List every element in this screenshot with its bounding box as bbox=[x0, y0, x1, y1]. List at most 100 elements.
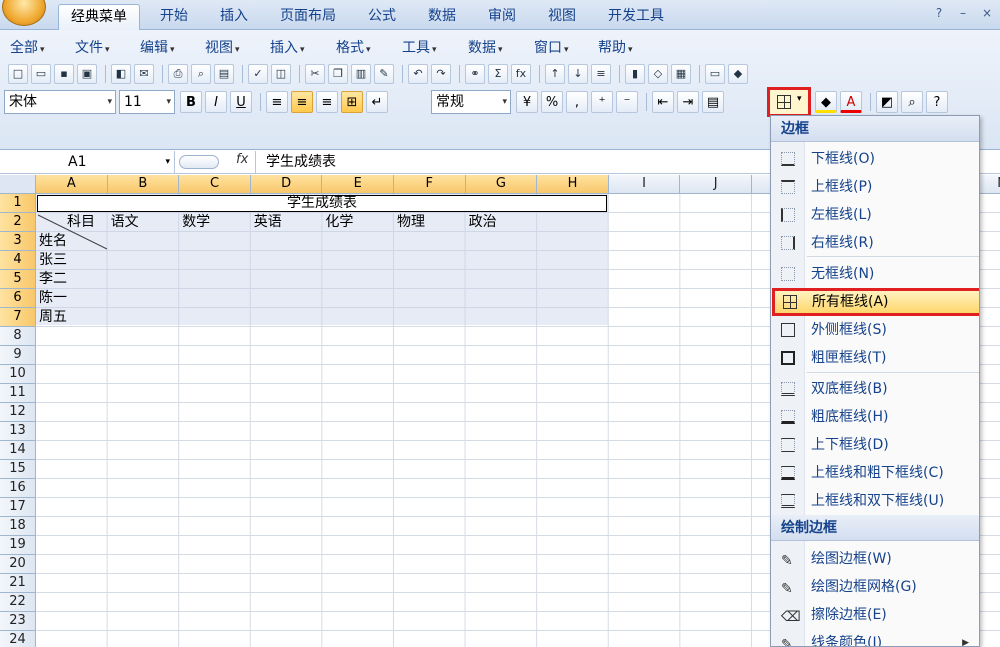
border-option[interactable]: 粗匣框线(T) bbox=[771, 345, 979, 371]
borders-button[interactable]: ▾ bbox=[767, 87, 811, 117]
row-header[interactable]: 3 bbox=[0, 232, 36, 251]
column-header[interactable]: D bbox=[250, 175, 323, 194]
paste-icon[interactable]: ▥ bbox=[351, 64, 371, 84]
insert-function-icon[interactable]: fx bbox=[511, 64, 531, 84]
office-button[interactable] bbox=[2, 0, 46, 26]
border-option[interactable]: 双底框线(B) bbox=[771, 376, 979, 402]
student-name-cell[interactable]: 周五 bbox=[36, 308, 67, 327]
tab-classic-menu[interactable]: 经典菜单 bbox=[58, 4, 140, 30]
print-preview-icon[interactable]: ⌕ bbox=[191, 64, 211, 84]
column-header[interactable]: I bbox=[608, 175, 681, 194]
row-header[interactable]: 8 bbox=[0, 327, 36, 346]
column-header[interactable]: F bbox=[394, 175, 466, 194]
border-option[interactable]: 上框线(P) bbox=[771, 174, 979, 200]
menu-view[interactable]: 视图 ▾ bbox=[205, 37, 240, 57]
fill-color-icon[interactable]: ◆ bbox=[815, 91, 837, 113]
wrap-text-icon[interactable]: ↵ bbox=[366, 91, 388, 113]
column-header[interactable]: J bbox=[680, 175, 752, 194]
insert-function-label[interactable]: fx bbox=[236, 152, 248, 167]
subject-cell[interactable]: 数学 bbox=[179, 213, 210, 232]
align-right-icon[interactable]: ≡ bbox=[316, 91, 338, 113]
header-corner-subject[interactable]: 科目 bbox=[64, 213, 95, 232]
border-option[interactable]: 外侧框线(S) bbox=[771, 317, 979, 343]
row-header[interactable]: 10 bbox=[0, 365, 36, 384]
row-header[interactable]: 4 bbox=[0, 251, 36, 270]
subject-cell[interactable]: 语文 bbox=[108, 213, 139, 232]
chart-icon[interactable]: ▮ bbox=[625, 64, 645, 84]
row-header[interactable]: 17 bbox=[0, 498, 36, 517]
border-option[interactable]: 上下框线(D) bbox=[771, 432, 979, 458]
row-header[interactable]: 15 bbox=[0, 460, 36, 479]
border-option[interactable]: 粗底框线(H) bbox=[771, 404, 979, 430]
tab-home[interactable]: 开始 bbox=[148, 4, 200, 30]
draw-border-option[interactable]: ⌫ 擦除边框(E) bbox=[771, 602, 979, 628]
row-header[interactable]: 1 bbox=[0, 194, 36, 213]
formula-resize-handle[interactable] bbox=[179, 155, 219, 169]
macro-icon[interactable]: ◆ bbox=[728, 64, 748, 84]
open-folder-icon[interactable]: ▭ bbox=[31, 64, 51, 84]
font-name-select[interactable]: 宋体 ▾ bbox=[4, 90, 116, 114]
border-option[interactable]: 下框线(O) bbox=[771, 146, 979, 172]
menu-file[interactable]: 文件 ▾ bbox=[75, 37, 110, 57]
column-header[interactable]: G bbox=[465, 175, 538, 194]
row-header[interactable]: 2 bbox=[0, 213, 36, 232]
column-header[interactable]: H bbox=[537, 175, 609, 194]
align-center-icon[interactable]: ≡ bbox=[291, 91, 313, 113]
currency-icon[interactable]: ¥ bbox=[516, 91, 538, 113]
row-header[interactable]: 24 bbox=[0, 631, 36, 647]
row-header[interactable]: 9 bbox=[0, 346, 36, 365]
menu-help[interactable]: 帮助 ▾ bbox=[598, 37, 633, 57]
column-header[interactable]: A bbox=[36, 175, 108, 194]
menu-data[interactable]: 数据 ▾ bbox=[468, 37, 503, 57]
draw-border-option[interactable]: ✎ 线条颜色(I) ▶ bbox=[771, 630, 979, 646]
student-name-cell[interactable]: 陈一 bbox=[36, 289, 67, 308]
minimize-icon[interactable]: – bbox=[956, 6, 970, 20]
student-name-cell[interactable]: 李二 bbox=[36, 270, 67, 289]
border-option[interactable]: 所有框线(A) bbox=[772, 288, 979, 316]
border-option[interactable]: 上框线和粗下框线(C) bbox=[771, 460, 979, 486]
cell-style-icon[interactable]: ▤ bbox=[702, 91, 724, 113]
subject-cell[interactable]: 物理 bbox=[394, 213, 425, 232]
research-book-icon[interactable]: ◫ bbox=[271, 64, 291, 84]
tab-data[interactable]: 数据 bbox=[416, 4, 468, 30]
italic-button[interactable]: I bbox=[205, 91, 227, 113]
menu-all[interactable]: 全部 ▾ bbox=[10, 37, 45, 57]
export-icon[interactable]: ▣ bbox=[77, 64, 97, 84]
row-header[interactable]: 14 bbox=[0, 441, 36, 460]
new-file-icon[interactable]: □ bbox=[8, 64, 28, 84]
comma-button[interactable]: , bbox=[566, 91, 588, 113]
border-option[interactable]: 上框线和双下框线(U) bbox=[771, 488, 979, 514]
autosum-icon[interactable]: Σ bbox=[488, 64, 508, 84]
menu-window[interactable]: 窗口 ▾ bbox=[534, 37, 569, 57]
decrease-indent-icon[interactable]: ⇤ bbox=[652, 91, 674, 113]
name-box[interactable]: A1 ▾ bbox=[0, 151, 175, 173]
title-cell-merged[interactable]: 学生成绩表 bbox=[37, 195, 607, 212]
folder-icon[interactable]: ▭ bbox=[705, 64, 725, 84]
tab-formulas[interactable]: 公式 bbox=[356, 4, 408, 30]
email-icon[interactable]: ✉ bbox=[134, 64, 154, 84]
increase-indent-icon[interactable]: ⇥ bbox=[677, 91, 699, 113]
spelling-icon[interactable]: ✓ bbox=[248, 64, 268, 84]
draw-border-option[interactable]: ✎ 绘图边框(W) bbox=[771, 546, 979, 572]
subject-cell[interactable]: 化学 bbox=[322, 213, 353, 232]
menu-tools[interactable]: 工具 ▾ bbox=[402, 37, 437, 57]
research-icon[interactable]: ▤ bbox=[214, 64, 234, 84]
percent-button[interactable]: % bbox=[541, 91, 563, 113]
zoom-icon[interactable]: ⌕ bbox=[901, 91, 923, 113]
border-option[interactable]: 右框线(R) bbox=[771, 230, 979, 256]
underline-button[interactable]: U bbox=[230, 91, 252, 113]
sort-descending-icon[interactable]: ↓ bbox=[568, 64, 588, 84]
sort-ascending-icon[interactable]: ↑ bbox=[545, 64, 565, 84]
decrease-decimal-icon[interactable]: ⁻ bbox=[616, 91, 638, 113]
tab-insert[interactable]: 插入 bbox=[208, 4, 260, 30]
font-size-select[interactable]: 11 ▾ bbox=[119, 90, 175, 114]
office-help-icon[interactable]: ? bbox=[926, 91, 948, 113]
filter-icon[interactable]: ≡ bbox=[591, 64, 611, 84]
shapes-toolbar-icon[interactable]: ◩ bbox=[876, 91, 898, 113]
tab-developer[interactable]: 开发工具 bbox=[596, 4, 676, 30]
row-header[interactable]: 23 bbox=[0, 612, 36, 631]
help-icon[interactable]: ? bbox=[932, 6, 946, 20]
row-header[interactable]: 7 bbox=[0, 308, 36, 327]
bold-button[interactable]: B bbox=[180, 91, 202, 113]
font-color-icon[interactable]: A bbox=[840, 91, 862, 113]
